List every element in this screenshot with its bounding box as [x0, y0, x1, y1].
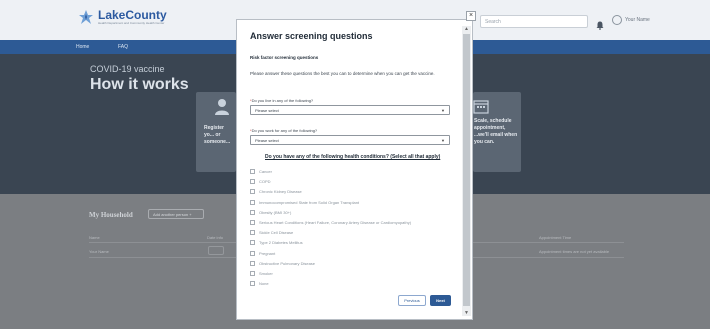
question-work-label: *Do you work for any of the following? — [250, 128, 318, 133]
condition-label: Cancer — [259, 169, 272, 174]
condition-checkbox-row[interactable]: Pregnant — [250, 250, 276, 256]
question-work-select[interactable]: Please select ▼ — [250, 135, 450, 145]
people-icon — [215, 99, 229, 115]
checkbox[interactable] — [250, 179, 255, 185]
household-title: My Household — [89, 211, 133, 219]
condition-label: Chronic Kidney Disease — [259, 189, 302, 195]
condition-checkbox-row[interactable]: Cancer — [250, 169, 272, 174]
section-title: Risk factor screening questions — [250, 55, 319, 60]
step-card-register: Register yo... or someone... — [196, 92, 236, 172]
checkbox[interactable] — [250, 250, 255, 256]
card-schedule-text: Scale, schedule appointment, ...we'll em… — [474, 118, 518, 145]
hero-subtitle: COVID-19 vaccine — [90, 64, 165, 74]
checkbox[interactable] — [250, 189, 255, 195]
calendar-icon — [473, 100, 489, 114]
condition-label: Type 2 Diabetes Mellitus — [259, 240, 303, 246]
add-person-button[interactable]: Add another person + — [148, 209, 204, 219]
question-live-select[interactable]: Please select ▼ — [250, 105, 450, 115]
checkbox[interactable] — [250, 230, 255, 236]
condition-checkbox-row[interactable]: Sickle Cell Disease — [250, 230, 294, 236]
row-chip[interactable] — [208, 246, 224, 255]
checkbox[interactable] — [250, 281, 255, 287]
condition-checkbox-row[interactable]: Smoker — [250, 271, 273, 276]
chevron-down-icon: ▼ — [441, 108, 445, 113]
chevron-down-icon: ▼ — [441, 138, 445, 143]
step-card-schedule: Scale, schedule appointment, ...we'll em… — [473, 92, 521, 172]
close-button[interactable]: × — [466, 11, 476, 21]
nav-item-faq[interactable]: FAQ — [118, 44, 128, 50]
user-menu[interactable]: Your Name — [612, 15, 650, 25]
condition-label: COPD — [259, 179, 271, 185]
condition-label: Serious Heart Conditions (Heart Failure,… — [259, 220, 412, 225]
question-live-label: *Do you live in any of the following? — [250, 98, 314, 103]
condition-checkbox-row[interactable]: Chronic Kidney Disease — [250, 189, 302, 195]
checkbox[interactable] — [250, 271, 255, 276]
checkbox[interactable] — [250, 240, 255, 246]
checkbox[interactable] — [250, 260, 255, 266]
condition-label: Pregnant — [259, 250, 276, 256]
scroll-thumb[interactable] — [463, 34, 470, 306]
screening-modal: Answer screening questions Risk factor s… — [236, 19, 473, 320]
previous-button[interactable]: Previous — [398, 295, 426, 306]
condition-label: Smoker — [259, 271, 273, 276]
row-name: Your Name — [89, 249, 109, 254]
column-header-appointment: Appointment Time — [539, 235, 572, 240]
checkbox[interactable] — [250, 199, 255, 205]
condition-checkbox-row[interactable]: Type 2 Diabetes Mellitus — [250, 240, 303, 246]
logo-subtitle: Health Department and Community Health C… — [98, 21, 165, 25]
condition-label: Sickle Cell Disease — [259, 230, 294, 236]
condition-label: Obstructive Pulmonary Disease — [259, 260, 316, 266]
logo[interactable]: LakeCounty Health Department and Communi… — [78, 9, 167, 25]
bell-icon[interactable] — [596, 17, 604, 30]
scroll-up-arrow-icon[interactable]: ▲ — [463, 26, 470, 32]
hero-title: How it works — [90, 76, 189, 93]
row-appointment: Appointment times are not yet available — [539, 249, 610, 254]
column-header-date: Date info — [207, 235, 224, 240]
checkbox[interactable] — [250, 220, 255, 225]
condition-checkbox-row[interactable]: Immunocompromised State from Solid Organ… — [250, 199, 360, 205]
checkbox[interactable] — [250, 209, 255, 215]
condition-label: Obesity (BMI 30+) — [259, 209, 292, 215]
lake-county-logo-icon — [78, 9, 94, 25]
column-header-name: Name — [89, 235, 100, 240]
next-button[interactable]: Next — [430, 295, 451, 306]
modal-scrollbar[interactable]: ▲ ▼ — [462, 26, 471, 316]
search-input[interactable]: Search — [480, 15, 588, 28]
condition-checkbox-row[interactable]: None — [250, 281, 269, 287]
condition-checkbox-row[interactable]: Obstructive Pulmonary Disease — [250, 260, 316, 266]
scroll-down-arrow-icon[interactable]: ▼ — [463, 310, 470, 316]
modal-title: Answer screening questions — [250, 31, 373, 41]
condition-checkbox-row[interactable]: COPD — [250, 179, 271, 185]
nav-item-home[interactable]: Home — [76, 44, 89, 50]
checkbox[interactable] — [250, 169, 255, 174]
condition-label: None — [259, 281, 269, 287]
condition-label: Immunocompromised State from Solid Organ… — [259, 199, 360, 205]
intro-text: Please answer these questions the best y… — [250, 71, 435, 76]
card-register-text: Register yo... or someone... — [204, 125, 231, 145]
condition-checkbox-row[interactable]: Serious Heart Conditions (Heart Failure,… — [250, 220, 411, 225]
user-avatar-icon — [612, 15, 622, 25]
condition-checkbox-row[interactable]: Obesity (BMI 30+) — [250, 209, 292, 215]
logo-name: LakeCounty — [98, 8, 167, 22]
conditions-heading: Do you have any of the following health … — [265, 154, 441, 160]
user-name: Your Name — [625, 17, 650, 23]
